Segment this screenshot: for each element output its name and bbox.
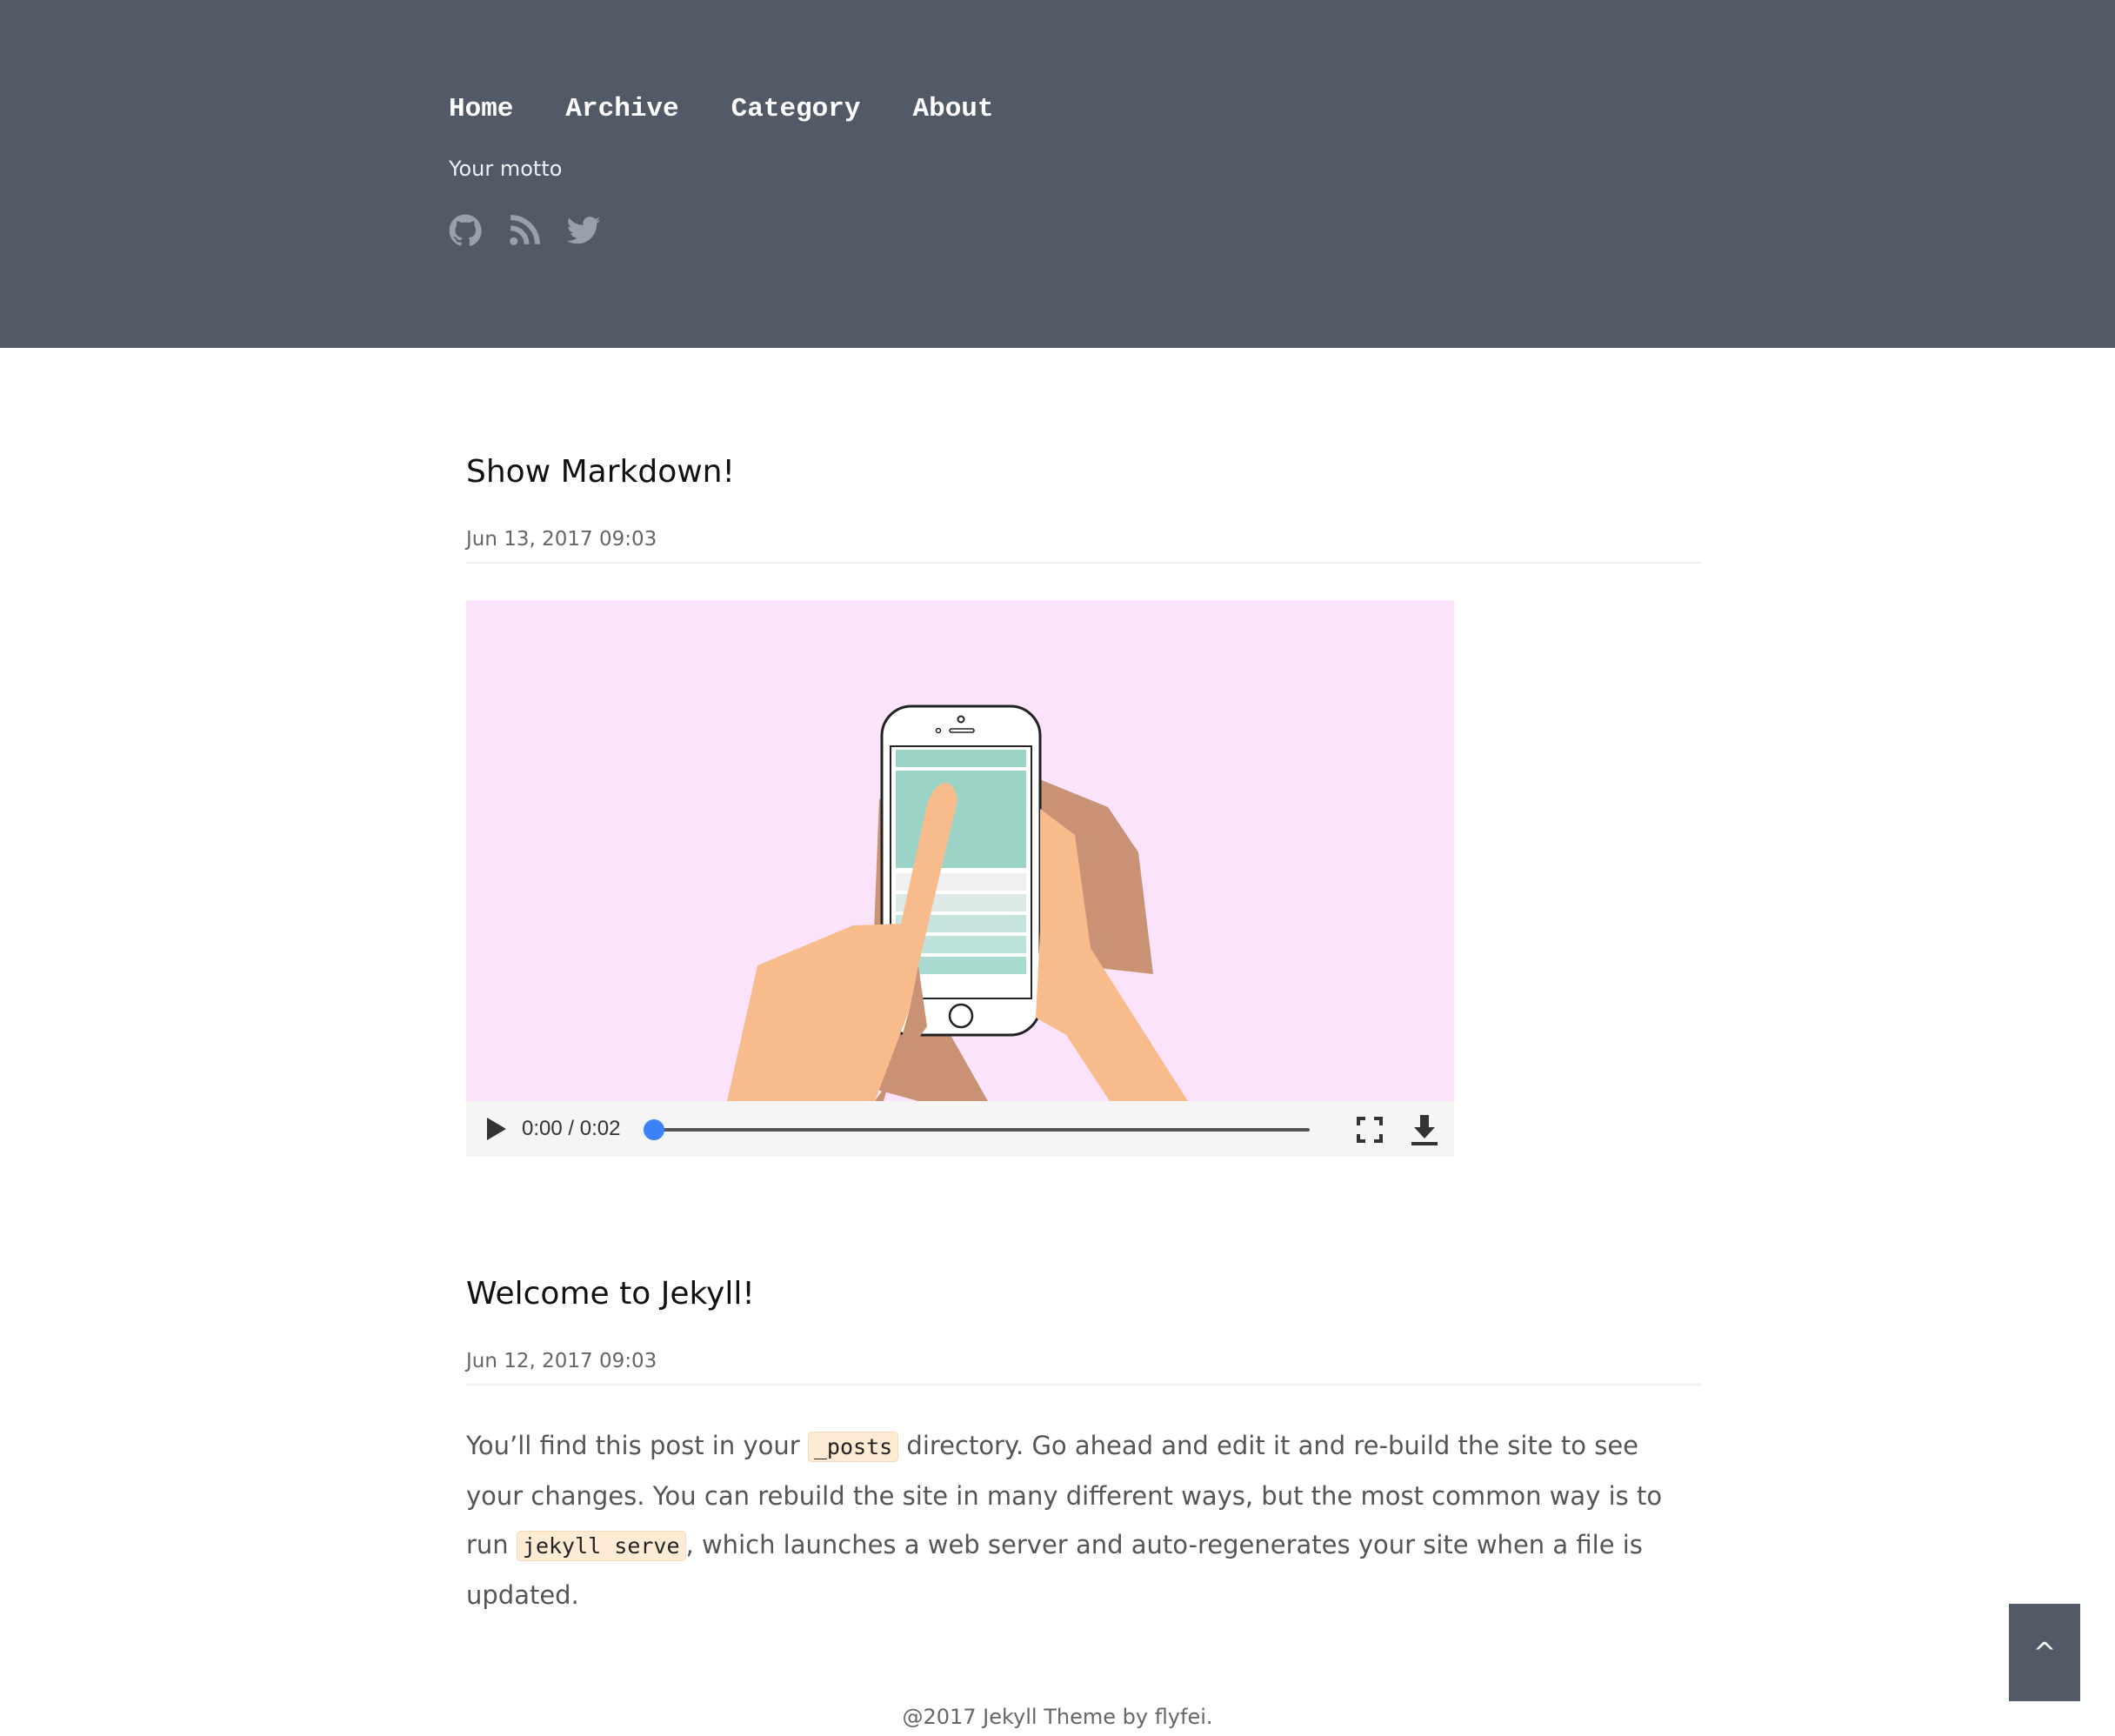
video-time: 0:00 / 0:02: [522, 1117, 621, 1140]
play-icon[interactable]: [485, 1117, 508, 1141]
video-player[interactable]: 0:00 / 0:02: [466, 600, 1454, 1157]
site-header: Home Archive Category About Your motto: [0, 0, 2115, 348]
back-to-top-button[interactable]: ^: [2009, 1604, 2080, 1701]
nav-category[interactable]: Category: [731, 94, 861, 124]
post-date: Jun 13, 2017 09:03: [466, 528, 657, 551]
video-seek-thumb[interactable]: [644, 1119, 664, 1140]
post-title-show-markdown[interactable]: Show Markdown!: [466, 454, 735, 490]
post-date: Jun 12, 2017 09:03: [466, 1350, 657, 1372]
rss-icon[interactable]: [506, 212, 543, 249]
nav-about[interactable]: About: [912, 94, 993, 124]
site-footer: @2017 Jekyll Theme by flyfei.: [902, 1705, 1213, 1729]
social-links: [447, 212, 602, 249]
video-seek-bar[interactable]: [654, 1128, 1310, 1132]
video-controls: 0:00 / 0:02: [466, 1101, 1454, 1157]
github-icon[interactable]: [447, 212, 484, 249]
inline-code: jekyll serve: [516, 1531, 686, 1561]
post-divider: [466, 562, 1701, 564]
post-divider: [466, 1384, 1701, 1385]
post-excerpt: You’ll find this post in your _posts dir…: [466, 1421, 1701, 1619]
nav-archive[interactable]: Archive: [565, 94, 678, 124]
excerpt-text: You’ll find this post in your: [466, 1431, 808, 1460]
post-title-welcome-to-jekyll[interactable]: Welcome to Jekyll!: [466, 1276, 755, 1312]
video-frame-illustration: [466, 600, 1454, 1101]
fullscreen-icon[interactable]: [1357, 1117, 1383, 1143]
twitter-icon[interactable]: [565, 212, 602, 249]
site-motto: Your motto: [449, 157, 563, 181]
main-nav: Home Archive Category About: [449, 94, 994, 124]
nav-home[interactable]: Home: [449, 94, 513, 124]
download-icon[interactable]: [1411, 1113, 1438, 1146]
inline-code: _posts: [807, 1432, 899, 1462]
